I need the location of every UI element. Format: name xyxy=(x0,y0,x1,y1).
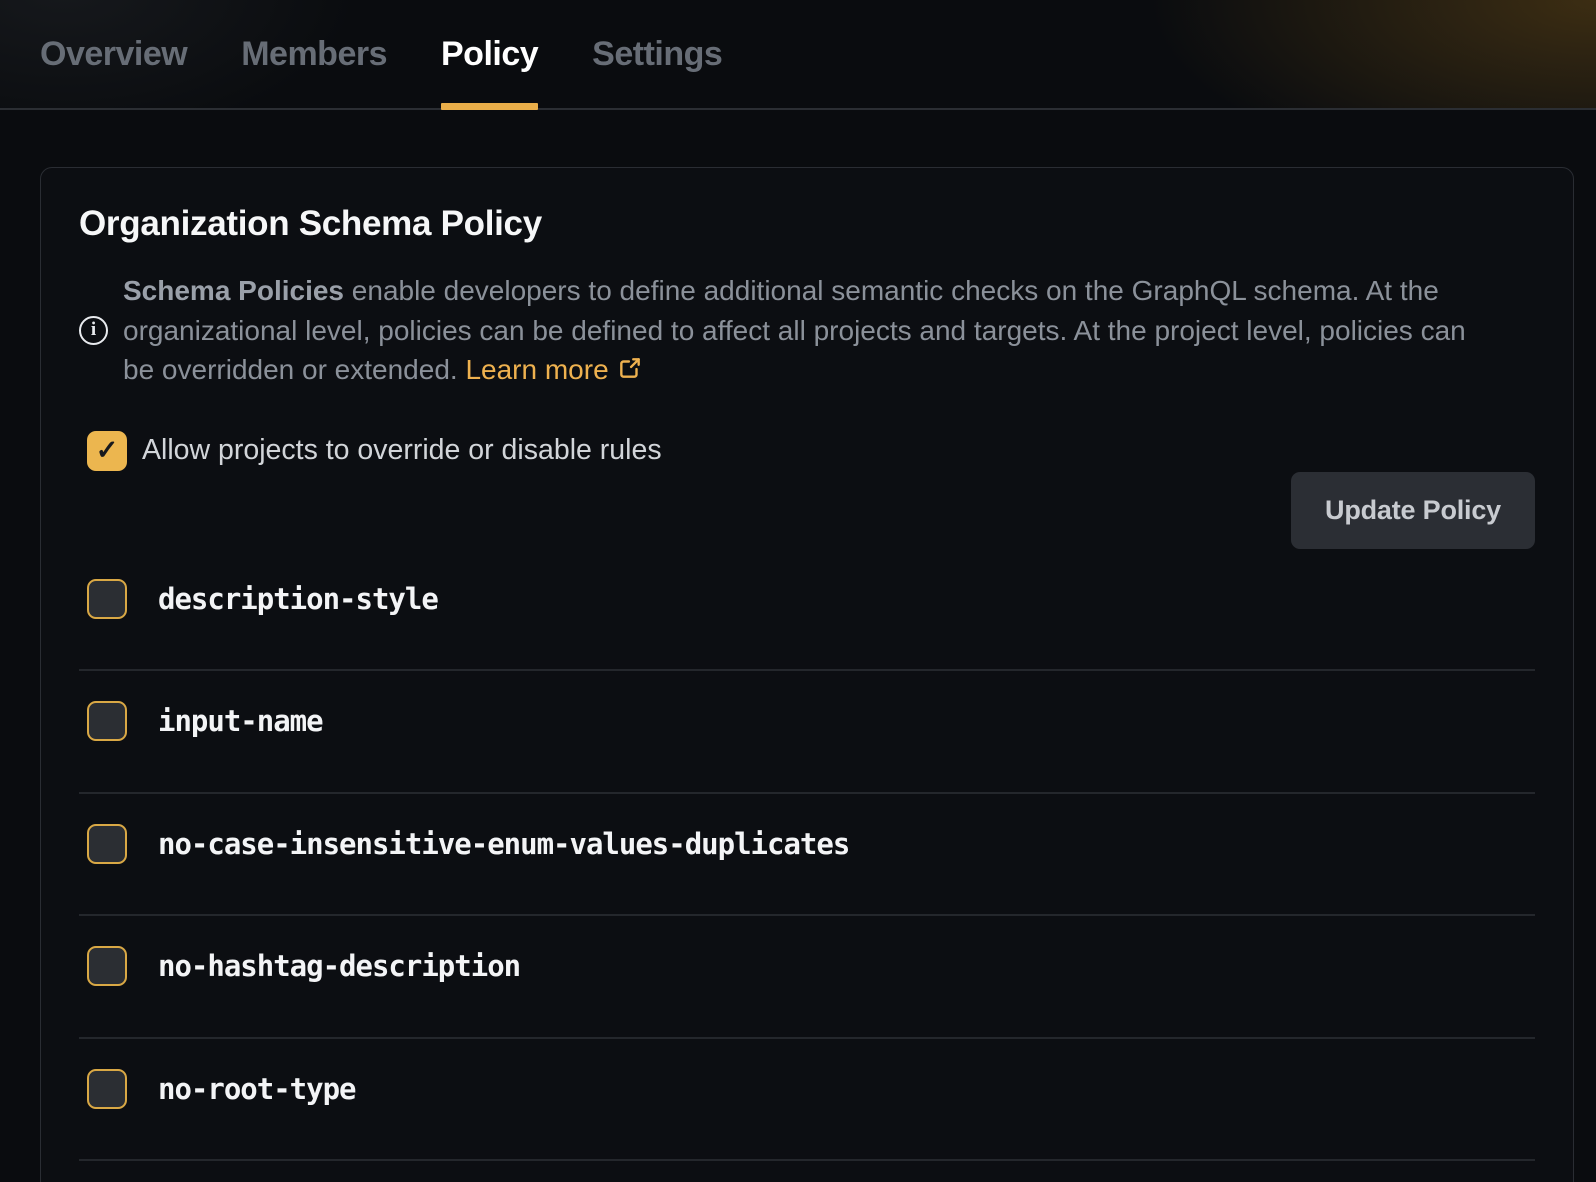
check-icon: ✓ xyxy=(96,437,119,464)
policy-rule-row: description-style xyxy=(79,549,1535,672)
policy-rule-row: no-root-type xyxy=(79,1039,1535,1162)
policy-info-callout: i Schema Policies enable developers to d… xyxy=(79,271,1499,390)
active-tab-underline xyxy=(441,103,538,110)
policy-rule-row: input-name xyxy=(79,671,1535,794)
allow-override-checkbox[interactable]: ✓ xyxy=(87,431,127,471)
rule-checkbox[interactable] xyxy=(87,701,127,741)
update-policy-button[interactable]: Update Policy xyxy=(1291,472,1535,549)
learn-more-label: Learn more xyxy=(465,354,608,385)
policy-description-lead: Schema Policies xyxy=(123,275,344,306)
rule-name[interactable]: no-case-insensitive-enum-values-duplicat… xyxy=(158,824,849,864)
tab-overview[interactable]: Overview xyxy=(40,0,187,108)
policy-rule-row: no-hashtag-description xyxy=(79,916,1535,1039)
update-policy-row: Update Policy xyxy=(79,472,1535,549)
external-link-icon xyxy=(617,355,643,381)
learn-more-link[interactable]: Learn more xyxy=(465,354,642,385)
rule-checkbox[interactable] xyxy=(87,824,127,864)
policy-description: Schema Policies enable developers to def… xyxy=(123,271,1499,390)
policy-rule-row: no-case-insensitive-enum-values-duplicat… xyxy=(79,794,1535,917)
rule-name[interactable]: input-name xyxy=(158,701,323,741)
info-circle-icon: i xyxy=(79,316,108,345)
org-tab-bar: Overview Members Policy Settings xyxy=(0,0,1596,110)
rule-name[interactable]: no-hashtag-description xyxy=(158,946,520,986)
page-title: Organization Schema Policy xyxy=(79,204,1535,244)
schema-policy-card: Organization Schema Policy i Schema Poli… xyxy=(40,167,1574,1182)
rule-checkbox[interactable] xyxy=(87,579,127,619)
tab-policy[interactable]: Policy xyxy=(441,0,538,108)
tab-label: Overview xyxy=(40,35,187,74)
tab-label: Settings xyxy=(592,35,722,74)
rule-checkbox[interactable] xyxy=(87,1069,127,1109)
tab-members[interactable]: Members xyxy=(241,0,387,108)
allow-override-label[interactable]: Allow projects to override or disable ru… xyxy=(142,434,662,467)
rule-name[interactable]: description-style xyxy=(158,579,438,619)
tab-label: Policy xyxy=(441,35,538,74)
policy-rules-list: description-style input-name no-case-ins… xyxy=(79,549,1535,1162)
rule-name[interactable]: no-root-type xyxy=(158,1069,356,1109)
tab-label: Members xyxy=(241,35,387,74)
tab-settings[interactable]: Settings xyxy=(592,0,722,108)
allow-override-row: ✓ Allow projects to override or disable … xyxy=(79,431,1535,471)
rule-checkbox[interactable] xyxy=(87,946,127,986)
